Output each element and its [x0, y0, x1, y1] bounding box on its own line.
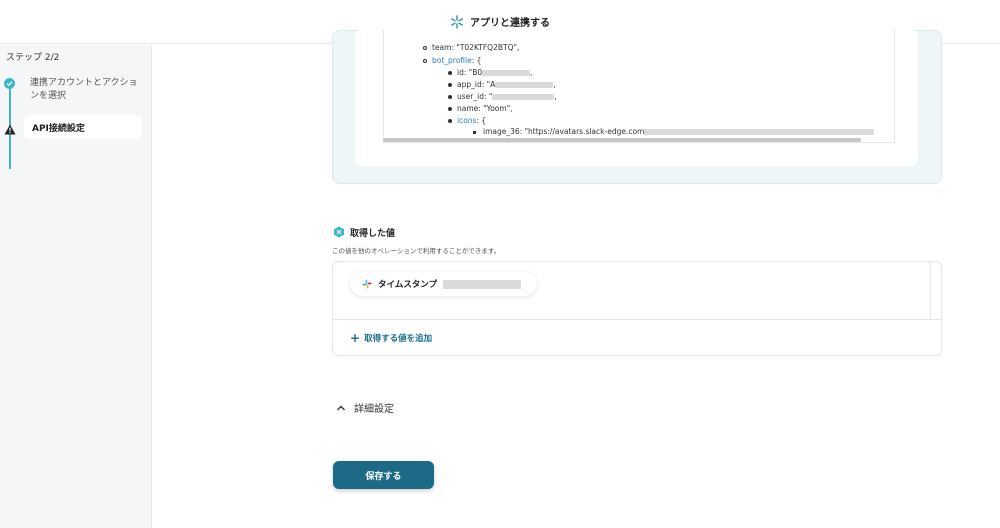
- add-acquired-value-button[interactable]: + 取得する値を追加: [350, 331, 432, 345]
- yoom-link-icon: [451, 14, 463, 29]
- code-app-id-text: app_id: "A: [457, 80, 496, 89]
- code-line-team: team: "T02KTFQ2BTQ",: [432, 43, 520, 52]
- acquired-values-title: 取得した値: [350, 229, 396, 239]
- detail-settings-toggle[interactable]: 詳細設定: [336, 400, 394, 415]
- code-line-bot-profile: bot_profile: {: [432, 56, 481, 65]
- code-user-id-text: user_id: ": [457, 92, 493, 101]
- bot-profile-toggle[interactable]: bot_profile: [432, 56, 472, 65]
- code-line-id: id: "B0,: [457, 68, 533, 77]
- list-bullet: [448, 119, 452, 123]
- list-bullet: [473, 131, 476, 134]
- warning-triangle-icon: [4, 124, 16, 135]
- horizontal-scrollbar[interactable]: [383, 138, 861, 142]
- check-circle-icon: [4, 78, 15, 89]
- redacted-block: [492, 94, 555, 100]
- sidebar: ステップ 2/2 連携アカウントとアクションを選択 API接続設定: [0, 45, 152, 528]
- save-button[interactable]: 保存する: [333, 461, 434, 489]
- redacted-block: [443, 279, 522, 289]
- code-id-text: id: "B0: [457, 68, 483, 77]
- page-title: アプリと連携する: [470, 18, 550, 29]
- step-counter: ステップ 2/2: [6, 53, 60, 63]
- redacted-block: [495, 82, 554, 88]
- code-line-image-36: image_36: "https://avatars.slack-edge.co…: [483, 127, 875, 136]
- list-bullet: [448, 95, 452, 99]
- code-image-36-text: image_36: "https://avatars.slack-edge.co…: [483, 127, 645, 136]
- list-bullet: [423, 59, 427, 63]
- code-line-name: name: "Yoom",: [457, 104, 513, 113]
- chip-label: タイムスタンプ: [378, 280, 438, 290]
- slack-icon: [362, 279, 372, 289]
- add-value-label: 取得する値を追加: [364, 334, 433, 344]
- acquired-value-chip[interactable]: タイムスタンプ: [350, 272, 537, 296]
- bot-profile-brace: : {: [471, 56, 482, 65]
- icons-toggle[interactable]: icons: [457, 116, 476, 125]
- icons-brace: : {: [476, 116, 487, 125]
- redacted-block: [644, 129, 875, 135]
- plus-icon: +: [350, 331, 361, 345]
- sidebar-step-select-action[interactable]: 連携アカウントとアクションを選択: [30, 77, 140, 103]
- sidebar-step-label: API接続設定: [32, 123, 85, 134]
- acquired-value-icon: [334, 226, 344, 238]
- code-line-user-id: user_id: ",: [457, 92, 557, 101]
- list-bullet: [448, 83, 452, 87]
- redacted-block: [482, 70, 531, 76]
- sidebar-step-api-settings[interactable]: API接続設定: [24, 115, 142, 139]
- code-line-icons: icons: {: [457, 116, 486, 125]
- list-bullet: [448, 71, 452, 75]
- code-line-app-id: app_id: "A,: [457, 80, 556, 89]
- chevron-up-icon: [337, 405, 345, 410]
- detail-settings-label: 詳細設定: [354, 404, 394, 415]
- list-bullet: [423, 46, 427, 50]
- acquired-values-description: この値を他のオペレーションで利用することができます。: [332, 247, 501, 255]
- list-bullet: [448, 107, 452, 111]
- divider: [333, 319, 941, 320]
